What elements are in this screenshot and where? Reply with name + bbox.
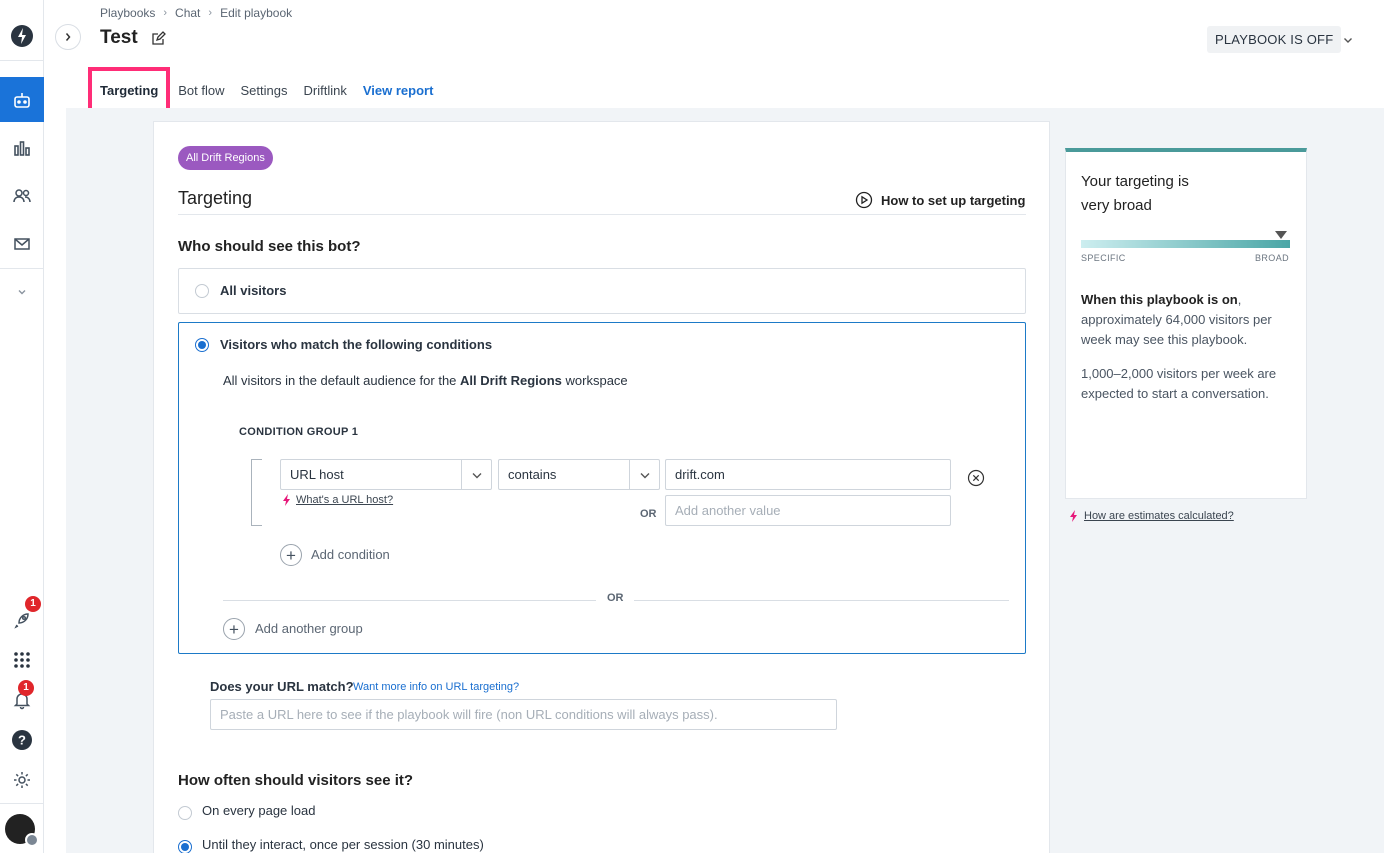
audience-workspace: All Drift Regions bbox=[460, 373, 562, 388]
presence-status-icon bbox=[25, 833, 39, 847]
audience-text: All visitors in the default audience for… bbox=[223, 373, 628, 388]
breadcrumb-playbooks[interactable]: Playbooks bbox=[100, 6, 155, 20]
radio-all-visitors[interactable] bbox=[195, 284, 209, 298]
breadcrumb-edit-playbook: Edit playbook bbox=[220, 6, 293, 20]
condition-operator-select[interactable]: contains bbox=[498, 459, 660, 490]
help-icon[interactable]: ? bbox=[0, 718, 44, 762]
reports-icon[interactable] bbox=[0, 126, 44, 170]
audience-prefix: All visitors in the default audience for… bbox=[223, 373, 457, 388]
frequency-question: How often should visitors see it? bbox=[178, 772, 414, 789]
divider bbox=[178, 214, 1026, 215]
tab-targeting[interactable]: Targeting bbox=[88, 67, 171, 113]
audience-suffix: workspace bbox=[565, 373, 628, 388]
condition-value-input[interactable]: drift.com bbox=[665, 459, 951, 490]
chevron-down-icon[interactable] bbox=[1342, 33, 1354, 51]
url-targeting-info-link[interactable]: Want more info on URL targeting? bbox=[353, 681, 519, 693]
broadness-meter bbox=[1081, 240, 1290, 248]
frequency-option-label: On every page load bbox=[202, 803, 316, 818]
option-all-label: All visitors bbox=[220, 283, 287, 298]
radio-conditions[interactable] bbox=[195, 338, 209, 352]
more-chevron-icon[interactable] bbox=[0, 270, 44, 314]
frequency-option-label: Until they interact, once per session (3… bbox=[202, 837, 484, 852]
expand-sidebar-button[interactable] bbox=[55, 24, 81, 50]
chevron-right-icon bbox=[65, 33, 71, 41]
who-question: Who should see this bot? bbox=[178, 238, 361, 255]
add-condition-plus-icon[interactable]: + bbox=[280, 544, 302, 566]
estimates-link[interactable]: How are estimates calculated? bbox=[1069, 510, 1234, 522]
launch-badge: 1 bbox=[25, 596, 41, 612]
meter-right-label: BROAD bbox=[1255, 253, 1290, 263]
estimate-text-conversations: 1,000–2,000 visitors per week are expect… bbox=[1081, 366, 1277, 401]
tab-view-report[interactable]: View report bbox=[355, 67, 442, 113]
chevron-right-icon: › bbox=[208, 7, 213, 19]
settings-gear-icon[interactable] bbox=[0, 758, 44, 802]
playbook-status-button[interactable]: PLAYBOOK IS OFF bbox=[1207, 26, 1342, 53]
section-title: Targeting bbox=[178, 188, 253, 208]
tab-settings[interactable]: Settings bbox=[233, 67, 296, 113]
chevron-down-icon bbox=[461, 460, 491, 489]
meter-left-label: SPECIFIC bbox=[1081, 253, 1126, 263]
radio-every-page-load[interactable] bbox=[178, 806, 192, 820]
chevron-right-icon: › bbox=[163, 7, 168, 19]
chevron-down-icon bbox=[629, 460, 659, 489]
edit-title-icon[interactable] bbox=[151, 31, 166, 51]
divider bbox=[634, 600, 1009, 601]
playbook-tabs: Targeting Bot flow Settings Driftlink Vi… bbox=[88, 67, 441, 113]
what-is-url-host-link[interactable]: What's a URL host? bbox=[296, 494, 393, 506]
remove-condition-button[interactable] bbox=[967, 469, 985, 492]
drift-logo-icon[interactable] bbox=[0, 14, 44, 58]
url-match-input[interactable]: Paste a URL here to see if the playbook … bbox=[210, 699, 837, 730]
contacts-icon[interactable] bbox=[0, 174, 44, 218]
mail-icon[interactable] bbox=[0, 222, 44, 266]
radio-once-per-session[interactable] bbox=[178, 840, 192, 853]
breadcrumb: Playbooks › Chat › Edit playbook bbox=[100, 6, 292, 20]
condition-group-title: CONDITION GROUP 1 bbox=[239, 426, 359, 438]
estimate-text-bold: When this playbook is on bbox=[1081, 292, 1238, 307]
estimates-link-label: How are estimates calculated? bbox=[1084, 510, 1234, 522]
how-to-targeting-link[interactable]: How to set up targeting bbox=[855, 191, 1025, 209]
region-pill: All Drift Regions bbox=[178, 146, 273, 170]
option-conditions-label: Visitors who match the following conditi… bbox=[220, 337, 493, 352]
tab-bot-flow[interactable]: Bot flow bbox=[170, 67, 232, 113]
play-circle-icon bbox=[855, 191, 873, 209]
condition-field-select[interactable]: URL host bbox=[280, 459, 492, 490]
app-root: 1 1 ? Playbooks › Chat › Edit playbook T… bbox=[0, 0, 1384, 853]
group-bracket bbox=[251, 459, 262, 526]
tab-driftlink[interactable]: Driftlink bbox=[296, 67, 355, 113]
estimate-title: Your targeting is very broad bbox=[1081, 173, 1189, 214]
bolt-icon bbox=[282, 494, 291, 509]
add-group-button[interactable]: Add another group bbox=[255, 621, 363, 636]
breadcrumb-chat[interactable]: Chat bbox=[175, 6, 200, 20]
divider bbox=[223, 600, 596, 601]
apps-grid-icon[interactable] bbox=[0, 638, 44, 682]
add-condition-button[interactable]: Add condition bbox=[311, 547, 390, 562]
bot-icon[interactable] bbox=[0, 77, 44, 122]
condition-field-value: URL host bbox=[290, 467, 344, 482]
or-label: OR bbox=[640, 508, 657, 520]
another-value-input[interactable]: Add another value bbox=[665, 495, 951, 526]
left-rail: 1 1 ? bbox=[0, 0, 44, 853]
close-circle-icon bbox=[967, 469, 985, 487]
svg-text:?: ? bbox=[18, 733, 26, 748]
how-to-label: How to set up targeting bbox=[881, 192, 1026, 208]
estimate-text-visitors: When this playbook is on, approximately … bbox=[1081, 290, 1291, 350]
add-group-plus-icon[interactable]: + bbox=[223, 618, 245, 640]
bolt-icon bbox=[1070, 510, 1077, 522]
url-match-label: Does your URL match? bbox=[210, 679, 354, 694]
page-title: Test bbox=[100, 27, 138, 48]
option-all-visitors[interactable] bbox=[178, 268, 1026, 314]
condition-operator-value: contains bbox=[508, 467, 557, 482]
notifications-badge: 1 bbox=[18, 680, 34, 696]
group-or-label: OR bbox=[607, 592, 624, 604]
meter-marker bbox=[1275, 231, 1287, 239]
